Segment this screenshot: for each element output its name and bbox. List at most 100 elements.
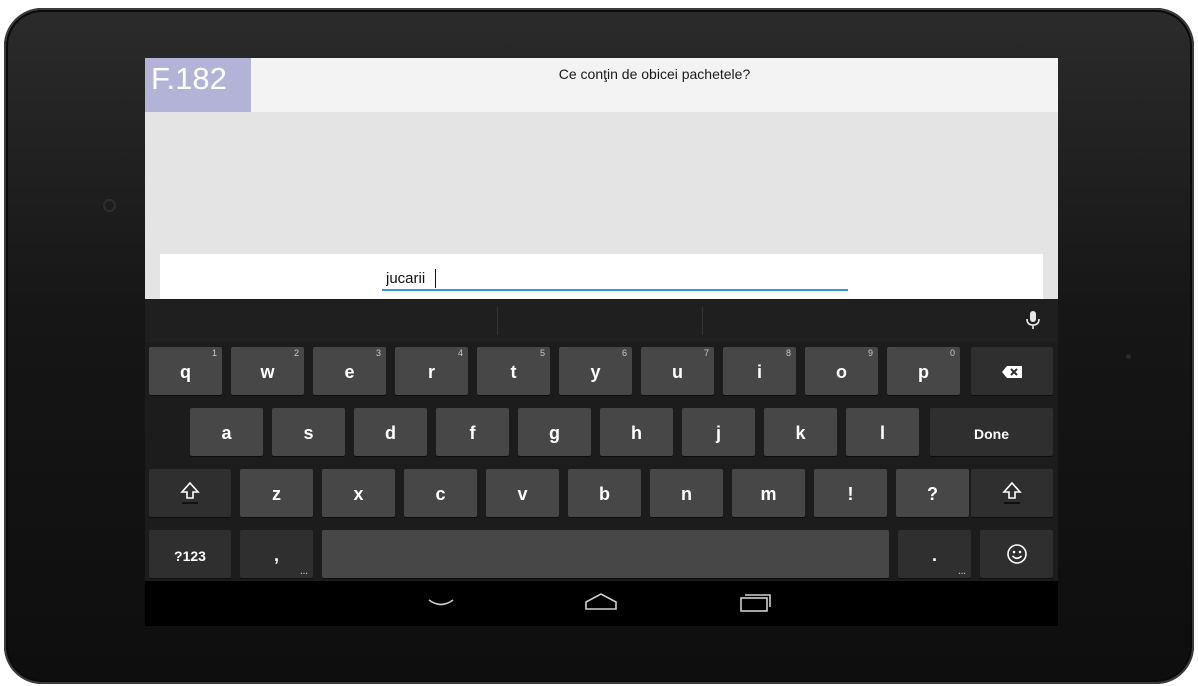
key-y[interactable]: y6 (559, 347, 632, 395)
back-icon[interactable] (421, 589, 461, 617)
key-label: k (795, 423, 806, 443)
key-t[interactable]: t5 (477, 347, 550, 395)
key-j[interactable]: j (682, 408, 755, 456)
front-camera (105, 201, 114, 210)
key-number-hint: 6 (621, 348, 627, 358)
app-header: F.182 Ce conţin de obicei pachetele? (145, 58, 1058, 112)
microphone-icon[interactable] (1022, 309, 1044, 331)
key-label: q (180, 362, 191, 382)
done-label: Done (974, 426, 1009, 442)
suggestion-divider (497, 307, 498, 335)
key-label: n (681, 484, 692, 504)
more-chars-indicator: … (958, 567, 966, 576)
answer-panel (160, 254, 1043, 304)
key-q[interactable]: q1 (149, 347, 222, 395)
navigation-bar (145, 581, 1058, 626)
key-label: z (272, 484, 281, 504)
home-icon[interactable] (581, 589, 621, 617)
key-o[interactable]: o9 (805, 347, 878, 395)
key-label: r (427, 362, 435, 382)
key-label: u (672, 362, 683, 382)
key-label: f (469, 423, 476, 443)
key-k[interactable]: k (764, 408, 837, 456)
key-label: ? (927, 484, 938, 504)
key-g[interactable]: g (518, 408, 591, 456)
key-label: d (385, 423, 396, 443)
shift-icon (1002, 481, 1022, 504)
key-label: x (353, 484, 364, 504)
emoji-key[interactable] (980, 530, 1053, 578)
question-text: Ce conţin de obicei pachetele? (558, 66, 751, 82)
symbols-label: ?123 (174, 548, 206, 564)
key-label: v (517, 484, 528, 504)
key-label: l (879, 423, 885, 443)
comma-label: , (273, 545, 279, 565)
key-number-hint: 2 (293, 348, 299, 358)
key-label: o (836, 362, 847, 382)
key-label: c (435, 484, 446, 504)
key-m[interactable]: m (732, 469, 805, 517)
key-number-hint: 5 (539, 348, 545, 358)
screen: F.182 Ce conţin de obicei pachetele? q1w… (145, 58, 1058, 626)
suggestion-strip (145, 299, 1058, 343)
shift-key-right[interactable] (971, 469, 1053, 517)
key-r[interactable]: r4 (395, 347, 468, 395)
key-w[interactable]: w2 (231, 347, 304, 395)
key-e[interactable]: e3 (313, 347, 386, 395)
key-label: i (756, 362, 762, 382)
key-number-hint: 9 (867, 348, 873, 358)
key-number-hint: 4 (457, 348, 463, 358)
key-h[interactable]: h (600, 408, 673, 456)
recents-icon[interactable] (735, 589, 775, 617)
space-key[interactable] (322, 530, 889, 578)
key-v[interactable]: v (486, 469, 559, 517)
key-n[interactable]: n (650, 469, 723, 517)
key-c[interactable]: c (404, 469, 477, 517)
key-label: ! (847, 484, 854, 504)
key-label: g (549, 423, 560, 443)
key-number-hint: 0 (949, 348, 955, 358)
key-label: e (344, 362, 355, 382)
emoji-icon (1006, 544, 1027, 564)
text-caret (435, 269, 436, 288)
key-label: m (760, 484, 777, 504)
key-question[interactable]: ? (896, 469, 969, 517)
key-label: b (599, 484, 610, 504)
backspace-icon (1002, 366, 1022, 378)
key-i[interactable]: i8 (723, 347, 796, 395)
backspace-key[interactable] (971, 347, 1053, 395)
key-u[interactable]: u7 (641, 347, 714, 395)
key-label: p (918, 362, 929, 382)
key-s[interactable]: s (272, 408, 345, 456)
key-label: w (260, 362, 275, 382)
done-key[interactable]: Done (930, 408, 1053, 456)
key-x[interactable]: x (322, 469, 395, 517)
key-number-hint: 1 (211, 348, 217, 358)
key-label: s (303, 423, 314, 443)
more-chars-indicator: … (300, 567, 308, 576)
key-label: h (631, 423, 642, 443)
key-label: t (510, 362, 517, 382)
key-z[interactable]: z (240, 469, 313, 517)
key-label: a (221, 423, 232, 443)
sensor-dot (1126, 354, 1131, 359)
key-d[interactable]: d (354, 408, 427, 456)
shift-key-left[interactable] (149, 469, 231, 517)
comma-key[interactable]: , … (240, 530, 313, 578)
soft-keyboard: q1w2e3r4t5y6u7i8o9p0 asdfghjkl Done zxcv… (145, 299, 1058, 626)
key-b[interactable]: b (568, 469, 641, 517)
key-f[interactable]: f (436, 408, 509, 456)
key-number-hint: 8 (785, 348, 791, 358)
symbols-key[interactable]: ?123 (149, 530, 231, 578)
period-label: . (931, 545, 937, 565)
level-badge: F.182 (145, 58, 251, 112)
key-number-hint: 3 (375, 348, 381, 358)
key-label: y (590, 362, 601, 382)
answer-input[interactable] (382, 267, 848, 291)
key-l[interactable]: l (846, 408, 919, 456)
period-key[interactable]: . … (898, 530, 971, 578)
key-a[interactable]: a (190, 408, 263, 456)
key-exclamation[interactable]: ! (814, 469, 887, 517)
shift-icon (180, 481, 200, 504)
key-p[interactable]: p0 (887, 347, 960, 395)
